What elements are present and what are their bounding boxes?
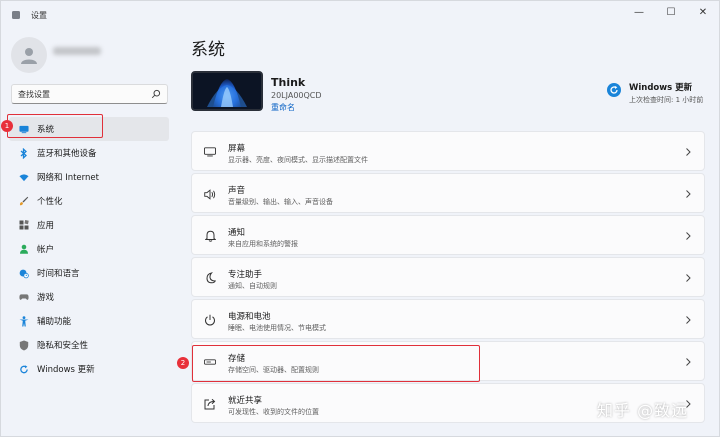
- avatar[interactable]: [11, 37, 47, 73]
- power-icon: [204, 314, 216, 326]
- sidebar-item-label: 隐私和安全性: [37, 341, 89, 351]
- sidebar-item-personalization[interactable]: 个性化: [9, 189, 169, 213]
- close-button[interactable]: ✕: [687, 1, 719, 23]
- sidebar-item-accessibility[interactable]: 辅助功能: [9, 309, 169, 333]
- sidebar-item-apps[interactable]: 应用: [9, 213, 169, 237]
- search-icon: [151, 89, 161, 99]
- wifi-icon: [19, 172, 29, 182]
- sidebar-item-label: 蓝牙和其他设备: [37, 149, 97, 159]
- update-subtitle: 上次检查时间: 1 小时前: [629, 96, 704, 104]
- sidebar-item-label: 帐户: [37, 245, 55, 255]
- share-icon: [204, 398, 216, 410]
- card-display[interactable]: 屏幕 显示器、亮度、夜间模式、显示描述配置文件: [191, 131, 705, 171]
- minimize-button[interactable]: —: [623, 1, 655, 23]
- bell-icon: [204, 230, 216, 242]
- display-icon: [204, 146, 216, 158]
- window-title: 设置: [31, 11, 47, 20]
- sidebar-item-label: 游戏: [37, 293, 55, 303]
- sidebar-item-network[interactable]: 网络和 Internet: [9, 165, 169, 189]
- sidebar-item-label: 时间和语言: [37, 269, 80, 279]
- accessibility-icon: [19, 315, 29, 326]
- card-subtitle: 音量级别、输出、输入、声音设备: [228, 198, 333, 206]
- card-title: 屏幕: [228, 144, 246, 154]
- card-subtitle: 可发现性、收到的文件的位置: [228, 408, 319, 416]
- sidebar-item-label: 个性化: [37, 197, 63, 207]
- sidebar-item-windows-update[interactable]: Windows 更新: [9, 357, 169, 381]
- search-input[interactable]: [18, 88, 148, 101]
- apps-icon: [19, 220, 29, 230]
- username-redacted: [53, 47, 101, 55]
- card-power-battery[interactable]: 电源和电池 睡眠、电池使用情况、节电模式: [191, 299, 705, 339]
- sidebar-item-accounts[interactable]: 帐户: [9, 237, 169, 261]
- windows-bloom-icon: [193, 73, 261, 109]
- update-title: Windows 更新: [629, 83, 693, 93]
- card-title: 声音: [228, 186, 246, 196]
- sidebar-item-label: 辅助功能: [37, 317, 72, 327]
- card-focus-assist[interactable]: 专注助手 通知、自动规则: [191, 257, 705, 297]
- title-bar: 设置 — ☐ ✕: [1, 1, 719, 29]
- chevron-right-icon: [686, 358, 691, 366]
- card-subtitle: 显示器、亮度、夜间模式、显示描述配置文件: [228, 156, 368, 164]
- user-icon: [21, 48, 37, 64]
- moon-icon: [204, 272, 216, 284]
- nav-list: 系统 蓝牙和其他设备 网络和 Internet 个性化 应用 帐户 时间和语言 …: [9, 117, 169, 381]
- device-image: [191, 71, 271, 113]
- page-title: 系统: [191, 40, 225, 60]
- speaker-icon: [204, 188, 216, 200]
- update-icon: [19, 364, 29, 374]
- maximize-button[interactable]: ☐: [655, 1, 687, 23]
- annotation-badge-1: 1: [1, 120, 13, 132]
- card-title: 专注助手: [228, 270, 263, 280]
- annotation-highlight-storage: [192, 345, 480, 382]
- card-subtitle: 来自应用和系统的警报: [228, 240, 298, 248]
- person-icon: [19, 244, 29, 254]
- brush-icon: [19, 196, 29, 206]
- card-sound[interactable]: 声音 音量级别、输出、输入、声音设备: [191, 173, 705, 213]
- sidebar-item-time-language[interactable]: 时间和语言: [9, 261, 169, 285]
- card-subtitle: 通知、自动规则: [228, 282, 277, 290]
- card-title: 就近共享: [228, 396, 263, 406]
- sidebar-item-label: 网络和 Internet: [37, 173, 99, 183]
- device-name: Think: [271, 76, 306, 89]
- sidebar-item-privacy[interactable]: 隐私和安全性: [9, 333, 169, 357]
- gamepad-icon: [19, 292, 29, 302]
- annotation-highlight-system: [7, 114, 103, 138]
- chevron-right-icon: [686, 148, 691, 156]
- update-icon: [607, 83, 621, 97]
- card-title: 电源和电池: [228, 312, 271, 322]
- settings-app-icon: [12, 11, 20, 19]
- sidebar-item-bluetooth[interactable]: 蓝牙和其他设备: [9, 141, 169, 165]
- sidebar-item-label: Windows 更新: [37, 365, 95, 375]
- watermark: 知乎 @致远: [597, 401, 689, 420]
- settings-window: 设置 — ☐ ✕ 系统: [0, 0, 720, 437]
- globe-clock-icon: [19, 268, 29, 278]
- chevron-right-icon: [686, 274, 691, 282]
- card-notifications[interactable]: 通知 来自应用和系统的警报: [191, 215, 705, 255]
- rename-link[interactable]: 重命名: [271, 102, 295, 113]
- card-subtitle: 睡眠、电池使用情况、节电模式: [228, 324, 326, 332]
- annotation-badge-2: 2: [177, 357, 189, 369]
- sidebar: 系统 蓝牙和其他设备 网络和 Internet 个性化: [1, 29, 177, 437]
- chevron-right-icon: [686, 316, 691, 324]
- card-title: 通知: [228, 228, 246, 238]
- chevron-right-icon: [686, 232, 691, 240]
- device-model: 20LJA00QCD: [271, 91, 322, 100]
- chevron-right-icon: [686, 190, 691, 198]
- shield-icon: [19, 340, 29, 350]
- sidebar-item-label: 应用: [37, 221, 55, 231]
- sidebar-item-gaming[interactable]: 游戏: [9, 285, 169, 309]
- bluetooth-icon: [19, 147, 29, 159]
- search-box[interactable]: [11, 84, 168, 104]
